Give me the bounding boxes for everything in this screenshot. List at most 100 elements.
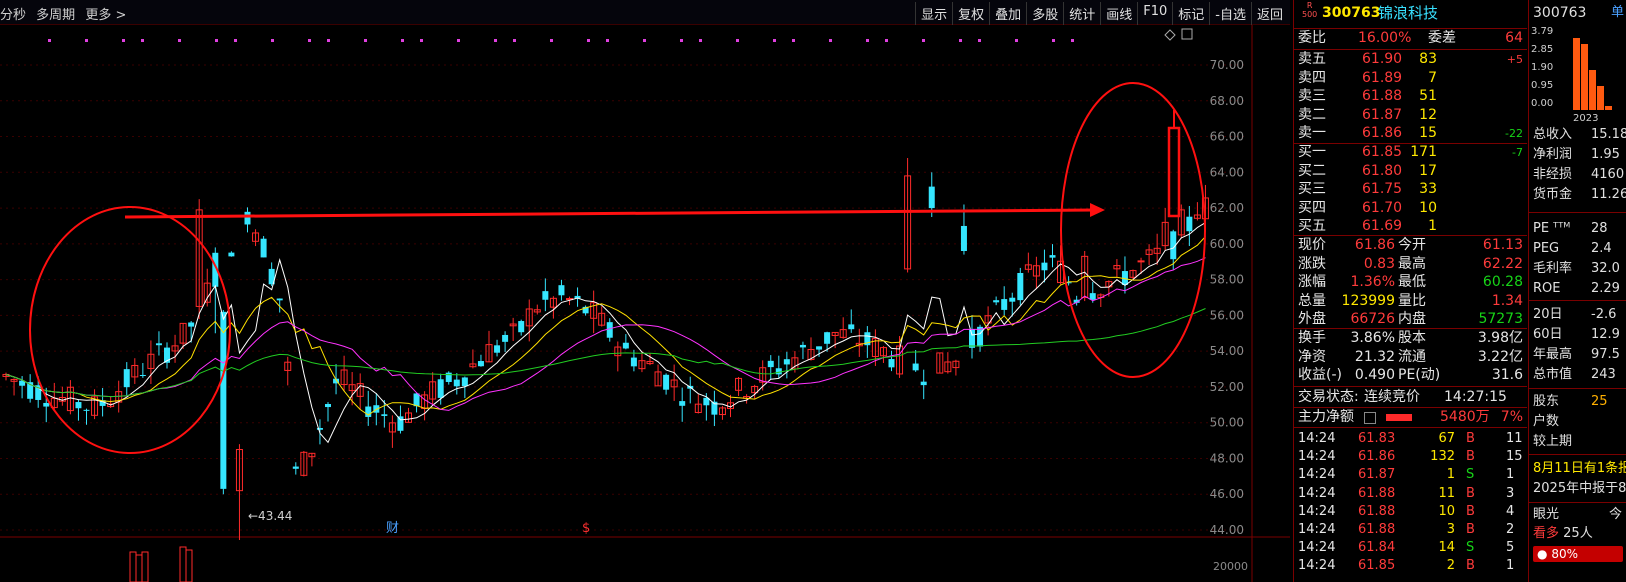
stat-row: 外盘 66726 内盘 57273 [1298, 311, 1523, 327]
f10-button[interactable]: F10 [1137, 2, 1172, 25]
ask-label: 卖三 [1298, 88, 1326, 104]
multi-stock-button[interactable]: 多股 [1026, 2, 1063, 25]
tab-seconds[interactable]: 分秒 [0, 8, 26, 23]
candle-down [461, 377, 468, 387]
candle-down [260, 238, 267, 258]
candle-down [630, 357, 637, 367]
tick-time: 14:24 [1298, 503, 1336, 519]
stat-label: 最低 [1398, 274, 1426, 290]
flow-icon[interactable] [1364, 412, 1376, 424]
event-dot [327, 39, 330, 42]
y-tick-label: 64.00 [1210, 165, 1244, 179]
ask-price: 61.86 [1362, 125, 1403, 141]
event-dot [85, 39, 88, 42]
finance-value: 2.4 [1591, 241, 1612, 256]
candle-down [775, 368, 782, 375]
ask-row: 卖五 61.90 83 +5 [1298, 51, 1523, 67]
mark-button[interactable]: 标记 [1172, 2, 1209, 25]
price-grid [0, 25, 1290, 582]
news-line-2[interactable]: 2025年中报于8 [1533, 480, 1626, 498]
event-dot [122, 39, 125, 42]
display-button[interactable]: 显示 [915, 2, 952, 25]
ask-label: 卖二 [1298, 106, 1326, 123]
y-tick-label: 58.00 [1210, 273, 1244, 287]
finance-row: 总收入 15.18 [1533, 126, 1626, 144]
candle-down [663, 374, 670, 390]
candle-down [494, 345, 501, 353]
candle-down [244, 211, 251, 225]
candle-down [518, 321, 525, 333]
bid-row: 买二 61.80 17 [1298, 162, 1437, 179]
tick-price: 61.86 [1358, 449, 1396, 465]
candle-down [816, 346, 823, 350]
tick-time: 14:24 [1298, 449, 1336, 465]
bid-label: 买一 [1298, 144, 1326, 160]
bid-row: 买四 61.70 10 [1298, 199, 1437, 216]
ask-price: 61.90 [1362, 51, 1403, 67]
tick-count: 5 [1506, 540, 1515, 556]
tick-row: 14:24 61.87 1 S 1 [1298, 467, 1515, 483]
finance-row: 20日 -2.6 [1533, 306, 1626, 324]
stat-row: 涨幅 1.36% 最低 60.28 [1298, 274, 1523, 290]
candle-down [799, 344, 806, 348]
finance-value: 25 [1591, 394, 1608, 409]
finance-label: 年最高 [1533, 347, 1573, 362]
y-tick-label: 60.00 [1210, 237, 1244, 251]
stat-row: 现价 61.86 今开 61.13 [1298, 237, 1523, 253]
restore-rights-button[interactable]: 复权 [952, 2, 989, 25]
finance-row: 净利润 1.95 [1533, 146, 1626, 164]
tick-count: 1 [1506, 467, 1515, 483]
tick-row: 14:24 61.88 3 B 2 [1298, 522, 1515, 537]
finance-label: 股东 [1533, 394, 1560, 409]
event-dot [494, 39, 497, 42]
event-dot [699, 39, 702, 42]
finance-label: 净利润 [1533, 147, 1573, 162]
finance-row: 股东 25 [1533, 393, 1626, 411]
stat-value: 1.34 [1491, 292, 1523, 309]
candle-down [123, 369, 130, 388]
stat-label: 内盘 [1398, 311, 1426, 327]
volume-bar [135, 554, 143, 582]
tab-multi-period[interactable]: 多周期 [36, 8, 75, 23]
event-dot [1052, 39, 1055, 42]
event-dot [178, 39, 181, 42]
remove-watchlist-button[interactable]: -自选 [1209, 2, 1251, 25]
candle-down [679, 401, 686, 406]
finance-label: PE ᵀᵀᴹ [1533, 221, 1571, 236]
period-tabs: 分秒 多周期 更多 > [0, 4, 132, 23]
tick-time: 14:24 [1298, 485, 1336, 501]
bid-price: 61.75 [1362, 181, 1403, 197]
news-line-1[interactable]: 8月11日有1条报 [1533, 460, 1626, 478]
ask-price: 61.87 [1362, 106, 1403, 123]
candle-down [993, 300, 1000, 303]
finance-label: 总收入 [1533, 127, 1573, 142]
tab-single[interactable]: 单 [1611, 4, 1625, 22]
tick-row: 14:24 61.83 67 B 11 [1298, 431, 1523, 446]
candle-down [381, 414, 388, 416]
event-dot [866, 39, 869, 42]
bull-icon: ● [1537, 547, 1548, 561]
kline-chart[interactable]: 70.00 68.00 66.00 64.00 62.00 60.00 58.00 56.00… [0, 25, 1290, 582]
finance-value: -2.6 [1591, 307, 1617, 322]
candle-down [139, 374, 146, 376]
overlay-button[interactable]: 叠加 [989, 2, 1026, 25]
back-button[interactable]: 返回 [1250, 2, 1288, 25]
event-dot [271, 39, 274, 42]
candle-down [1186, 216, 1193, 232]
candle-down [453, 379, 460, 387]
stat-label: 最高 [1398, 255, 1426, 272]
annotation-arrow-head [1090, 203, 1105, 217]
tick-price: 61.88 [1358, 485, 1396, 501]
bid-row: 买三 61.75 33 [1298, 181, 1437, 197]
draw-line-button[interactable]: 画线 [1100, 2, 1137, 25]
finance-value: 1.95 [1591, 147, 1620, 162]
stock-name[interactable]: 锦浪科技 [1378, 4, 1438, 23]
tick-count: 11 [1506, 431, 1523, 446]
candle-down [912, 363, 919, 371]
bid-price: 61.70 [1362, 199, 1403, 216]
ask-price: 61.88 [1362, 88, 1403, 104]
statistics-button[interactable]: 统计 [1063, 2, 1100, 25]
candle-down [542, 291, 549, 300]
finance-value: 243 [1591, 367, 1616, 382]
tab-more[interactable]: 更多 > [85, 8, 126, 23]
